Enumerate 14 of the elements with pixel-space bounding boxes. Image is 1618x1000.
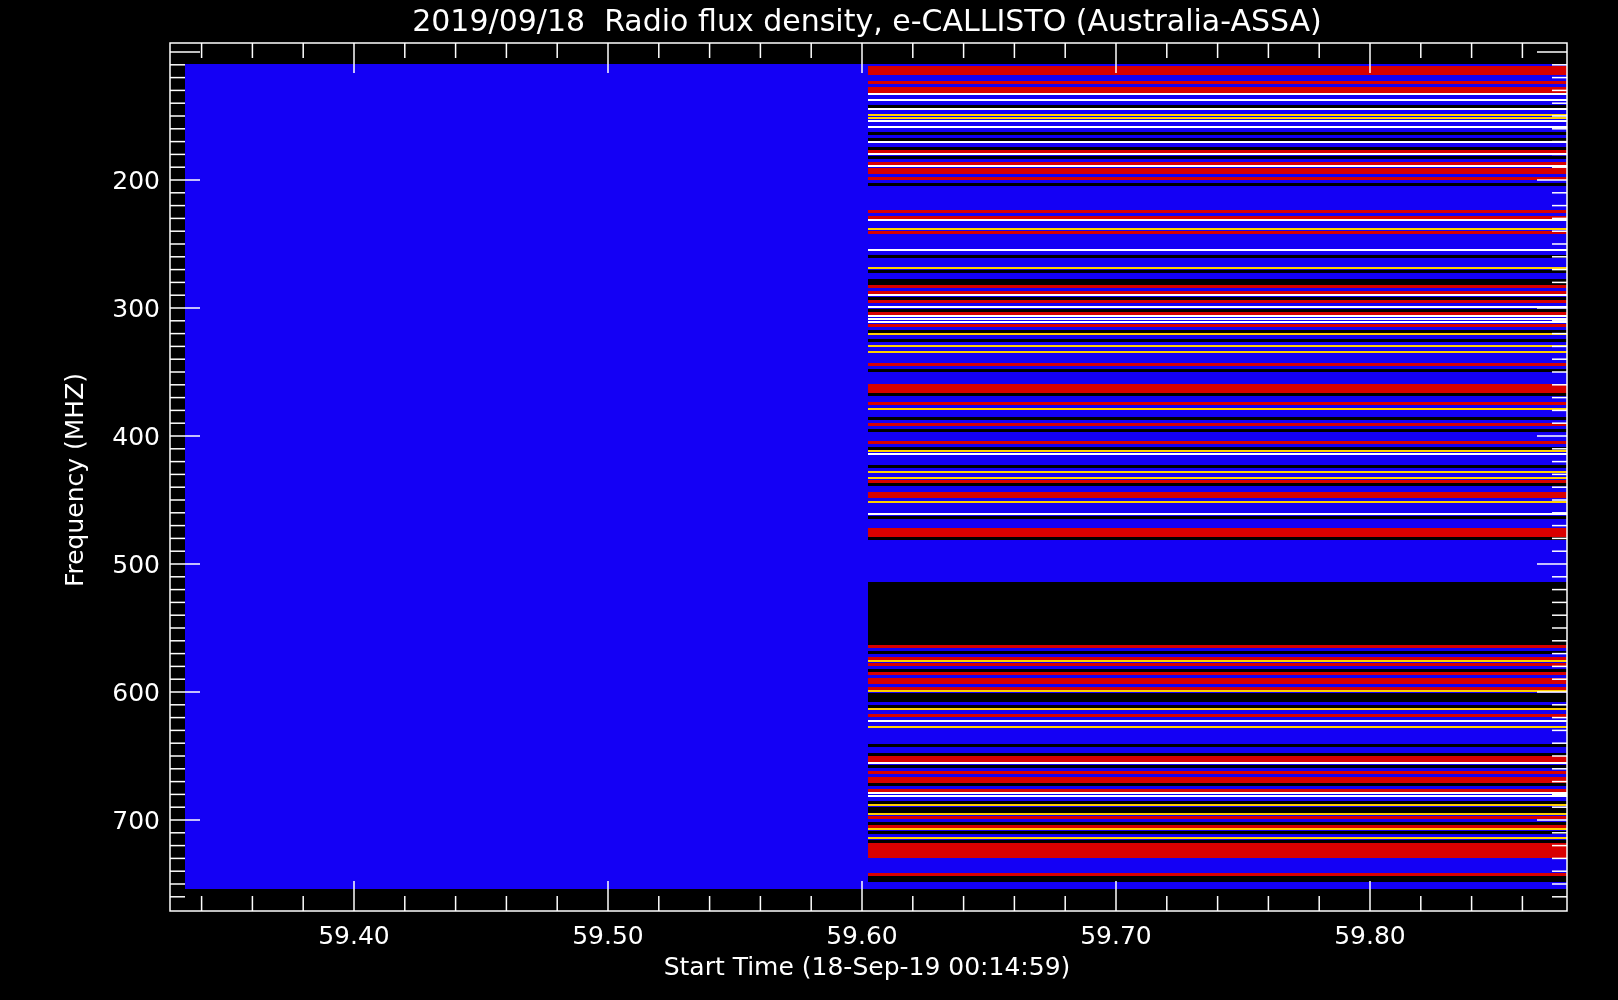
tick-label: 59.40 (318, 921, 390, 950)
tick-label: 300 (112, 294, 160, 323)
tick-label: 700 (112, 806, 160, 835)
tick-label: 200 (112, 166, 160, 195)
tick-label: 59.80 (1334, 921, 1406, 950)
chart-title: 2019/09/18 Radio flux density, e-CALLISTO (Australia-ASSA) (412, 3, 1322, 38)
tick-label: 59.50 (572, 921, 644, 950)
tick-label: 59.70 (1080, 921, 1152, 950)
tick-label: 500 (112, 550, 160, 579)
axis-label: Frequency (MHZ) (60, 372, 89, 588)
axis-label: Start Time (18-Sep-19 00:14:59) (663, 952, 1071, 981)
tick-label: 400 (112, 422, 160, 451)
tick-label: 59.60 (826, 921, 898, 950)
tick-label: 600 (112, 678, 160, 707)
